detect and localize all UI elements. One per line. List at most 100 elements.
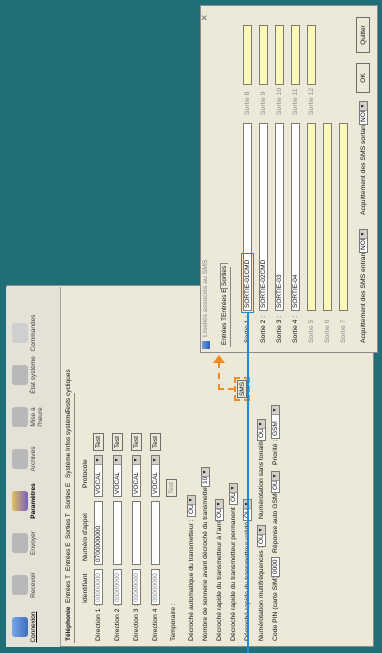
temporaire-label: Temporaire : [170, 603, 177, 641]
sortie-8-field[interactable] [243, 25, 252, 85]
direction-1-number[interactable]: 0700000000 [94, 501, 103, 565]
direction-2-test-button[interactable]: Test [112, 433, 123, 451]
tab-telephonie[interactable]: Téléphonie [65, 607, 72, 641]
chevron-down-icon: ▼ [272, 406, 279, 415]
chevron-down-icon: ▼ [360, 230, 367, 239]
tab-sorties-t[interactable]: Sorties T [65, 513, 72, 539]
sortie-7-field[interactable] [339, 123, 348, 311]
option-3-label: Décroché rapide du transmetteur à l'arrê… [216, 513, 223, 641]
sidebar-item-parametres[interactable]: Paramètres [8, 481, 56, 521]
sortie-6-field[interactable] [323, 123, 332, 311]
numerotation-multi-select[interactable]: OUI ▼ [257, 525, 266, 547]
sidebar-item-etat-systeme[interactable]: État système [8, 355, 56, 395]
option-4-select[interactable]: OUI ▼ [229, 483, 238, 505]
direction-2-protocol[interactable]: VOCAL ▼ [113, 455, 122, 497]
tab-tests-cycliques[interactable]: Tests cycliques [65, 369, 72, 413]
receive-icon [12, 575, 28, 595]
settings-icon [12, 491, 28, 511]
dialog-tab-entrees-t[interactable]: Entrées T [221, 317, 228, 345]
chevron-down-icon: ▼ [95, 456, 102, 465]
sidebar-item-commandes[interactable]: Commandes [8, 313, 56, 353]
chevron-down-icon: ▼ [114, 456, 121, 465]
sortie-2-field[interactable]: SORTIE-02CMD [259, 123, 268, 311]
sortie-7-label: Sortie 7 [340, 319, 347, 343]
clock-icon [12, 407, 28, 427]
reponse-gsm-select[interactable]: OUI ▼ [271, 471, 280, 493]
option-3-select[interactable]: OUI ▼ [215, 499, 224, 521]
ack-in-select[interactable]: NON ▼ [359, 229, 368, 253]
direction-2-id[interactable]: 00000000 [113, 569, 122, 605]
app-icon [202, 341, 210, 349]
direction-1-test-button[interactable]: Test [93, 433, 104, 451]
dialog-tab-sorties[interactable]: Sorties [220, 262, 228, 289]
arrow-right-icon [213, 355, 225, 363]
sortie-9-label: Sortie 9 [260, 91, 267, 115]
tab-entrees-t[interactable]: Entrées T [65, 575, 72, 603]
numerotation-tonalite-label: Numérotation sans tonalité : [258, 434, 265, 519]
tab-systeme[interactable]: Système [65, 453, 72, 478]
direction-3-test-button[interactable]: Test [131, 433, 142, 451]
sortie-3-label: Sortie 3 : [276, 315, 283, 343]
sortie-10-field[interactable] [275, 25, 284, 85]
sortie-8-label-visible: Sortie 8 [244, 91, 251, 115]
sortie-11-label: Sortie 11 [292, 88, 299, 115]
chevron-down-icon: ▼ [360, 102, 367, 111]
priorite-select[interactable]: GSM ▼ [271, 405, 280, 439]
tab-sorties-e[interactable]: Sorties E [65, 483, 72, 509]
ok-button[interactable]: OK [356, 63, 370, 93]
direction-1-protocol[interactable]: VOCAL ▼ [94, 455, 103, 497]
numerotation-multi-label: Numérotation multifréquences : [258, 546, 265, 641]
option-2-label: Nombre de sonnerie avant décroché du tra… [202, 477, 209, 641]
ack-out-label: Acquittement des SMS sortants [360, 119, 367, 215]
direction-2-label: Direction 2 : [114, 604, 121, 641]
quit-button[interactable]: Quitter [356, 17, 370, 53]
pin-label: Code PIN (carte SIM) : [272, 572, 279, 641]
direction-3-id[interactable]: 00000000 [132, 569, 141, 605]
direction-2-number[interactable] [113, 501, 122, 565]
direction-4-label: Direction 4 : [152, 604, 159, 641]
reponse-gsm-label: Réponse auto GSM : [272, 489, 279, 553]
header-protocole: Protocole [82, 459, 89, 488]
direction-1-label: Direction 1 : [95, 604, 102, 641]
option-1-select[interactable]: OUI ▼ [187, 495, 196, 517]
priorite-label: Priorité : [272, 439, 279, 465]
direction-3-protocol[interactable]: VOCAL ▼ [132, 455, 141, 497]
direction-1-id[interactable]: 00000000 [94, 569, 103, 605]
dialog-tab-entrees-e[interactable]: Entrées E [221, 288, 228, 317]
sidebar-item-recevoir[interactable]: Recevoir [8, 565, 56, 605]
blue-callout-line [247, 313, 249, 653]
sidebar-item-mise-a-lheure[interactable]: Mise à l'heure [8, 397, 56, 437]
chevron-down-icon: ▼ [258, 526, 265, 535]
sortie-4-field[interactable]: SORTIE-04 [291, 123, 300, 311]
direction-4-number[interactable] [151, 501, 160, 565]
sortie-5-field[interactable] [307, 123, 316, 311]
sms-button[interactable]: SMS [237, 380, 247, 398]
blue-highlight-box [241, 253, 254, 313]
commands-icon [12, 323, 28, 343]
pin-field[interactable]: 0000 [271, 557, 280, 577]
numerotation-tonalite-select[interactable]: OUI ▼ [257, 419, 266, 441]
header-identifiant: Identifiant [82, 573, 89, 603]
ack-out-select[interactable]: NON ▼ [359, 101, 368, 125]
direction-4-id[interactable]: 00000000 [151, 569, 160, 605]
sortie-9-field[interactable] [259, 25, 268, 85]
orange-connector-vertical [218, 388, 234, 390]
chevron-down-icon: ▼ [230, 484, 237, 493]
sidebar-item-archives[interactable]: Archives [8, 439, 56, 479]
close-icon[interactable]: × [199, 15, 211, 21]
direction-3-number[interactable] [132, 501, 141, 565]
sidebar-item-connexion[interactable]: Connexion [8, 607, 56, 647]
tab-entrees-e[interactable]: Entrées E [65, 542, 72, 571]
direction-4-protocol[interactable]: VOCAL ▼ [151, 455, 160, 497]
header-numero: Numéro d'appel [82, 513, 89, 561]
sortie-12-field[interactable] [307, 25, 316, 85]
tab-infos-systeme[interactable]: Infos système [65, 411, 72, 451]
sidebar-item-envoyer[interactable]: Envoyer [8, 523, 56, 563]
chevron-down-icon: ▼ [216, 500, 223, 509]
chevron-down-icon: ▼ [133, 456, 140, 465]
sortie-11-field[interactable] [291, 25, 300, 85]
temporaire-test-button[interactable]: Test [166, 479, 177, 497]
sortie-3-field[interactable]: SORTIE-03 [275, 123, 284, 311]
option-2-select[interactable]: 10 ▼ [201, 467, 210, 487]
direction-4-test-button[interactable]: Test [150, 433, 161, 451]
